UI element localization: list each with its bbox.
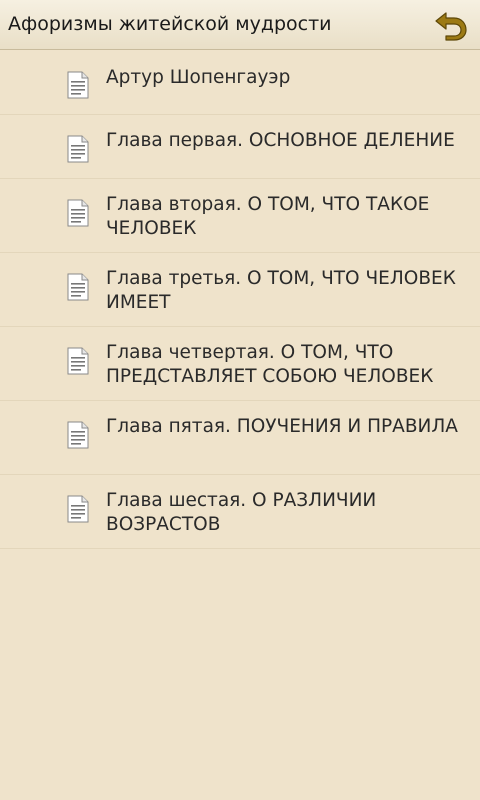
undo-arrow-icon [435, 12, 467, 41]
document-icon [67, 347, 89, 375]
back-button[interactable] [432, 7, 470, 43]
chapter-title: Глава шестая. О РАЗЛИЧИИ ВОЗРАСТОВ [106, 490, 377, 535]
document-icon [67, 495, 89, 523]
document-icon [67, 135, 89, 163]
chapter-title: Глава третья. О ТОМ, ЧТО ЧЕЛОВЕК ИМЕЕТ [106, 268, 456, 313]
chapter-title: Глава вторая. О ТОМ, ЧТО ТАКОЕ ЧЕЛОВЕК [106, 194, 430, 239]
app-header: Афоризмы житейской мудрости [0, 0, 480, 50]
list-item[interactable]: Глава шестая. О РАЗЛИЧИИ ВОЗРАСТОВ [0, 475, 480, 549]
chapter-title: Глава первая. ОСНОВНОЕ ДЕЛЕНИЕ [106, 130, 455, 151]
chapter-title: Глава четвертая. О ТОМ, ЧТО ПРЕДСТАВЛЯЕТ… [106, 342, 434, 387]
document-icon [67, 273, 89, 301]
page-title: Афоризмы житейской мудрости [8, 13, 332, 35]
document-icon [67, 199, 89, 227]
list-item[interactable]: Глава четвертая. О ТОМ, ЧТО ПРЕДСТАВЛЯЕТ… [0, 327, 480, 401]
chapter-title: Глава пятая. ПОУЧЕНИЯ И ПРАВИЛА [106, 416, 458, 437]
document-icon [67, 71, 89, 99]
chapter-title: Артур Шопенгауэр [106, 67, 291, 88]
list-item[interactable]: Артур Шопенгауэр [0, 51, 480, 115]
list-item[interactable]: Глава первая. ОСНОВНОЕ ДЕЛЕНИЕ [0, 115, 480, 179]
document-icon [67, 421, 89, 449]
list-item[interactable]: Глава пятая. ПОУЧЕНИЯ И ПРАВИЛА [0, 401, 480, 475]
list-item[interactable]: Глава вторая. О ТОМ, ЧТО ТАКОЕ ЧЕЛОВЕК [0, 179, 480, 253]
chapter-list: Артур Шопенгауэр Глава первая. ОСНОВНОЕ … [0, 51, 480, 549]
list-item[interactable]: Глава третья. О ТОМ, ЧТО ЧЕЛОВЕК ИМЕЕТ [0, 253, 480, 327]
